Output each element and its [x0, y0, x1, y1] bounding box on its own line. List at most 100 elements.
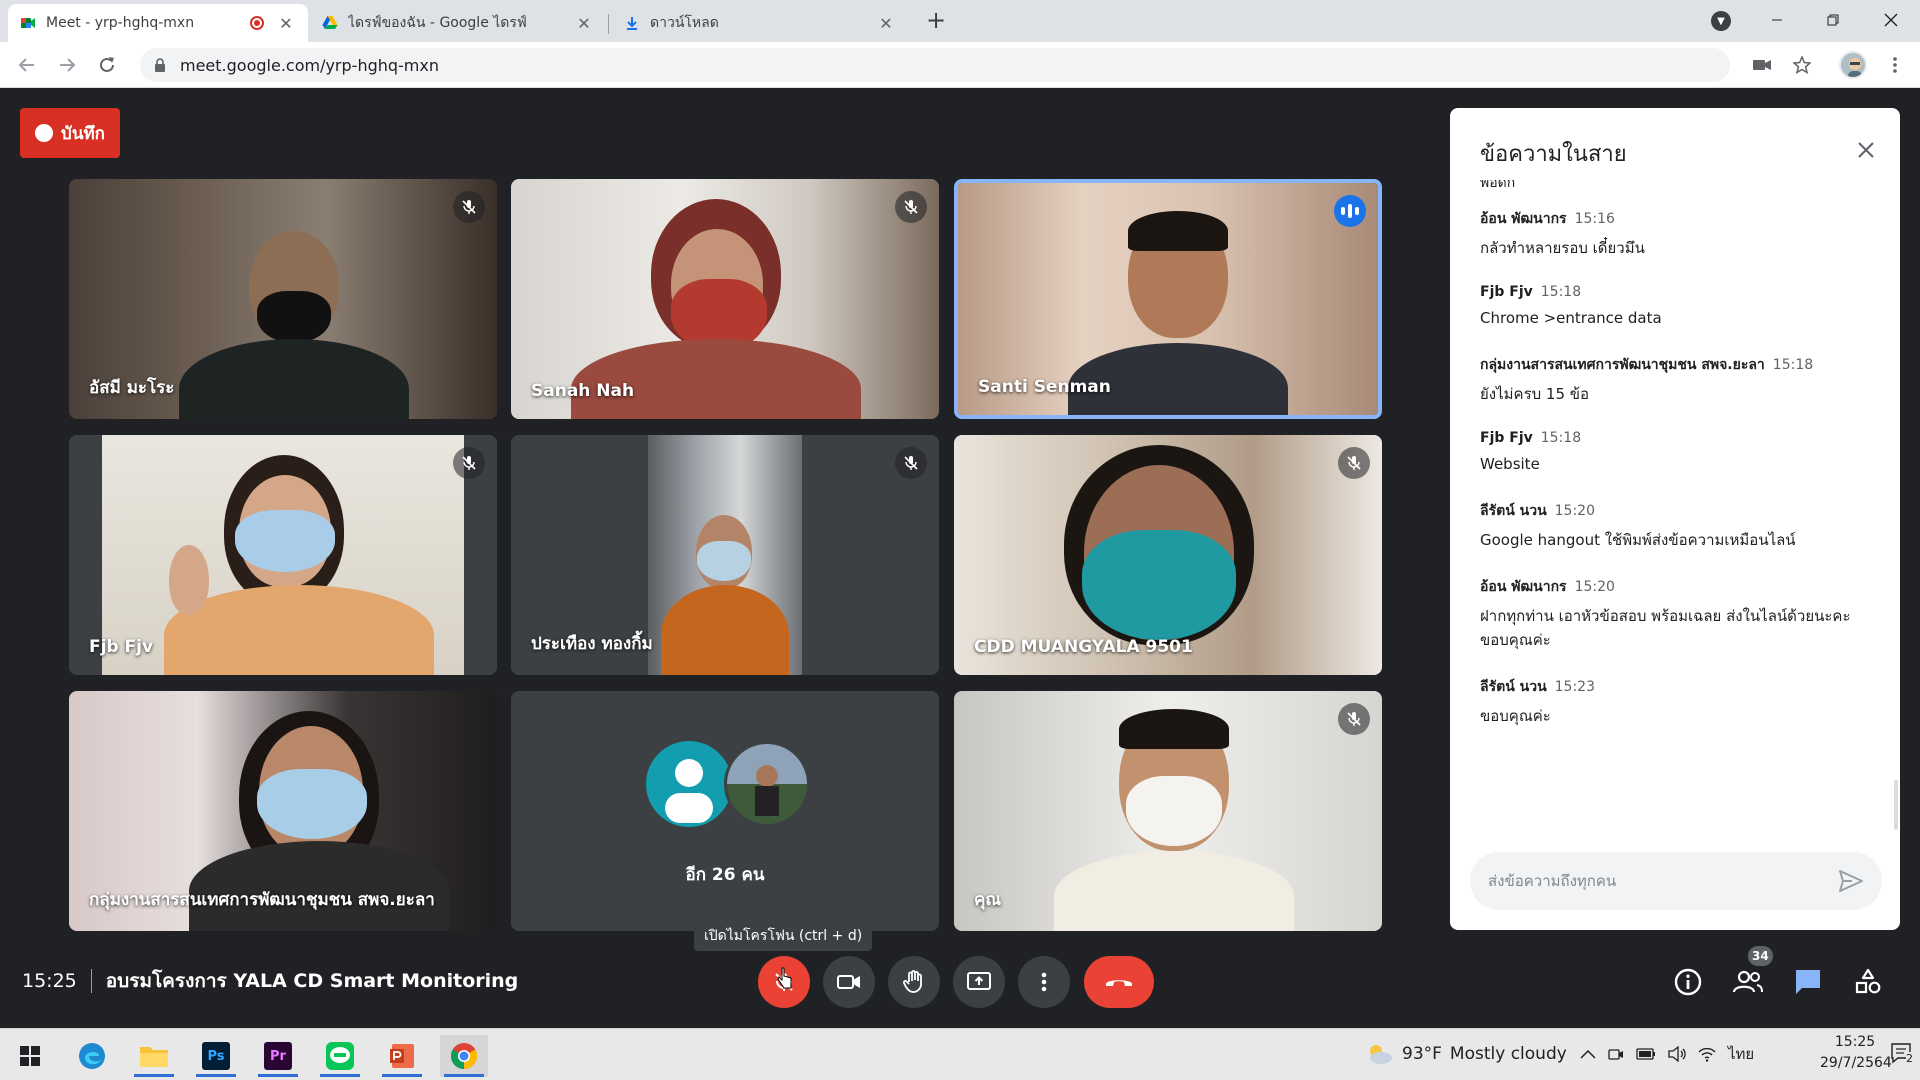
face-mask: [697, 541, 751, 581]
activities-icon: [1855, 968, 1881, 994]
camera-toggle-button[interactable]: [823, 956, 875, 1008]
taskbar-chrome[interactable]: [440, 1035, 488, 1077]
input-language[interactable]: ไทย: [1728, 1042, 1754, 1066]
volume-icon[interactable]: [1668, 1046, 1686, 1062]
profile-avatar[interactable]: [1839, 51, 1867, 79]
participant-name: คุณ: [974, 890, 1002, 910]
participant-tile-speaking[interactable]: Santi Senman: [954, 179, 1382, 419]
chat-sender: Fjb Fjv: [1480, 284, 1533, 300]
taskbar-photoshop[interactable]: Ps: [192, 1035, 240, 1077]
taskbar-edge[interactable]: [68, 1035, 116, 1077]
address-bar[interactable]: meet.google.com/yrp-hghq-mxn: [140, 48, 1730, 82]
more-options-button[interactable]: [1018, 956, 1070, 1008]
chat-text: Chrome >entrance data: [1480, 309, 1662, 327]
weather-widget[interactable]: 93°F Mostly cloudy: [1364, 1028, 1567, 1080]
tab-drive[interactable]: ไดรฟ์ของฉัน - Google ไดรฟ์ ✕: [310, 4, 606, 42]
present-screen-button[interactable]: [953, 956, 1005, 1008]
send-icon[interactable]: [1838, 869, 1864, 893]
reload-button[interactable]: [92, 50, 122, 80]
clock-time: 15:25: [1834, 1034, 1876, 1050]
close-tab-icon[interactable]: ✕: [876, 14, 896, 33]
participant-tile[interactable]: Sanah Nah: [511, 179, 939, 419]
taskbar-file-explorer[interactable]: [130, 1035, 178, 1077]
notification-center-button[interactable]: 2: [1890, 1042, 1918, 1066]
participant-tile[interactable]: CDD MUANGYALA 9501: [954, 435, 1382, 675]
arrow-right-icon: [60, 58, 76, 72]
chat-sender: อ้อน พัฒนากร: [1480, 211, 1567, 227]
hair: [1128, 211, 1228, 251]
tab-downloads[interactable]: ดาวน์โหลด ✕: [612, 4, 908, 42]
forward-button[interactable]: [52, 50, 82, 80]
leave-call-button[interactable]: [1084, 956, 1154, 1008]
participant-tile[interactable]: กลุ่มงานสารสนเทศการพัฒนาชุมชน สพจ.ยะลา: [69, 691, 497, 931]
participant-tile[interactable]: ประเทือง ทองกิ้ม: [511, 435, 939, 675]
chat-message-partial: พอดีก: [1480, 180, 1516, 191]
bookmark-button[interactable]: [1787, 50, 1817, 80]
browser-menu-button[interactable]: [1880, 50, 1910, 80]
participant-name: Fjb Fjv: [89, 637, 154, 657]
taskbar-premiere[interactable]: Pr: [254, 1035, 302, 1077]
chat-input[interactable]: [1488, 872, 1818, 890]
back-button[interactable]: [12, 50, 42, 80]
participant-name: CDD MUANGYALA 9501: [974, 637, 1193, 657]
close-icon: [1858, 142, 1874, 158]
photoshop-icon: Ps: [202, 1042, 230, 1070]
participant-tile[interactable]: อัสมี มะโระ: [69, 179, 497, 419]
more-vert-icon: [1893, 57, 1897, 73]
chat-message: ลีรัตน์ นวน 15:20 Google hangout ใช้พิมพ์…: [1480, 500, 1880, 552]
chevron-up-icon[interactable]: [1580, 1049, 1596, 1059]
edge-icon: [79, 1043, 105, 1069]
recording-indicator[interactable]: บันทึก: [20, 108, 120, 158]
participant-tile-self[interactable]: คุณ: [954, 691, 1382, 931]
close-tab-icon[interactable]: ✕: [574, 14, 594, 33]
chat-button[interactable]: [1786, 960, 1830, 1004]
camera-permission-button[interactable]: [1747, 50, 1777, 80]
mic-off-icon: [1338, 447, 1370, 479]
peace-hand: [169, 545, 209, 615]
system-clock[interactable]: 15:25 29/7/2564: [1820, 1032, 1892, 1074]
people-button[interactable]: [1726, 960, 1770, 1004]
download-icon: [627, 17, 637, 30]
system-tray: ไทย: [1580, 1028, 1754, 1080]
record-label: บันทึก: [61, 123, 105, 144]
chat-input-container[interactable]: [1470, 852, 1882, 910]
participant-tile[interactable]: Fjb Fjv: [69, 435, 497, 675]
google-meet-icon: [21, 18, 35, 28]
close-chat-button[interactable]: [1850, 134, 1882, 166]
meeting-details-button[interactable]: [1666, 960, 1710, 1004]
powerpoint-icon: [390, 1044, 414, 1068]
raise-hand-button[interactable]: [888, 956, 940, 1008]
chat-text: ขอบคุณค่ะ: [1480, 707, 1551, 725]
chat-scrollbar[interactable]: [1894, 780, 1898, 830]
battery-icon[interactable]: [1636, 1048, 1656, 1060]
activities-button[interactable]: [1846, 960, 1890, 1004]
clock-date: 29/7/2564: [1820, 1055, 1892, 1071]
minimize-icon: [1772, 19, 1782, 21]
start-button[interactable]: [6, 1035, 54, 1077]
close-icon: [1884, 13, 1898, 27]
chat-message: อ้อน พัฒนากร 15:16 กลัวทำหลายรอบ เดี๋ยวมึ…: [1480, 208, 1880, 260]
star-icon: [1793, 56, 1811, 74]
chat-sender: อ้อน พัฒนากร: [1480, 579, 1567, 595]
chat-message-list[interactable]: พอดีก อ้อน พัฒนากร 15:16 กลัวทำหลายรอบ เด…: [1480, 180, 1880, 830]
meeting-title: อบรมโครงการ YALA CD Smart Monitoring: [105, 970, 519, 992]
tab-label: Meet - yrp-hghq-mxn: [46, 15, 195, 31]
wifi-icon[interactable]: [1698, 1046, 1716, 1062]
tab-meet[interactable]: Meet - yrp-hghq-mxn ✕: [8, 4, 308, 42]
close-window-button[interactable]: [1868, 0, 1914, 40]
camera-tray-icon[interactable]: [1608, 1046, 1624, 1062]
chat-time: 15:16: [1574, 211, 1615, 227]
mic-tooltip: เปิดไมโครโฟน (ctrl + d): [694, 921, 873, 951]
taskbar-line[interactable]: [316, 1035, 364, 1077]
minimize-button[interactable]: [1754, 0, 1800, 40]
participant-name: อัสมี มะโระ: [89, 378, 175, 398]
chat-sender: ลีรัตน์ นวน: [1480, 503, 1547, 519]
new-tab-button[interactable]: +: [922, 6, 950, 34]
tab-search-icon[interactable]: ▼: [1711, 11, 1731, 31]
restore-button[interactable]: [1810, 0, 1856, 40]
close-tab-icon[interactable]: ✕: [276, 14, 296, 33]
more-participants-tile[interactable]: อีก 26 คน: [511, 691, 939, 931]
cloudy-icon: [1370, 1045, 1392, 1064]
taskbar-powerpoint[interactable]: [378, 1035, 426, 1077]
more-vert-icon: [1041, 972, 1047, 992]
